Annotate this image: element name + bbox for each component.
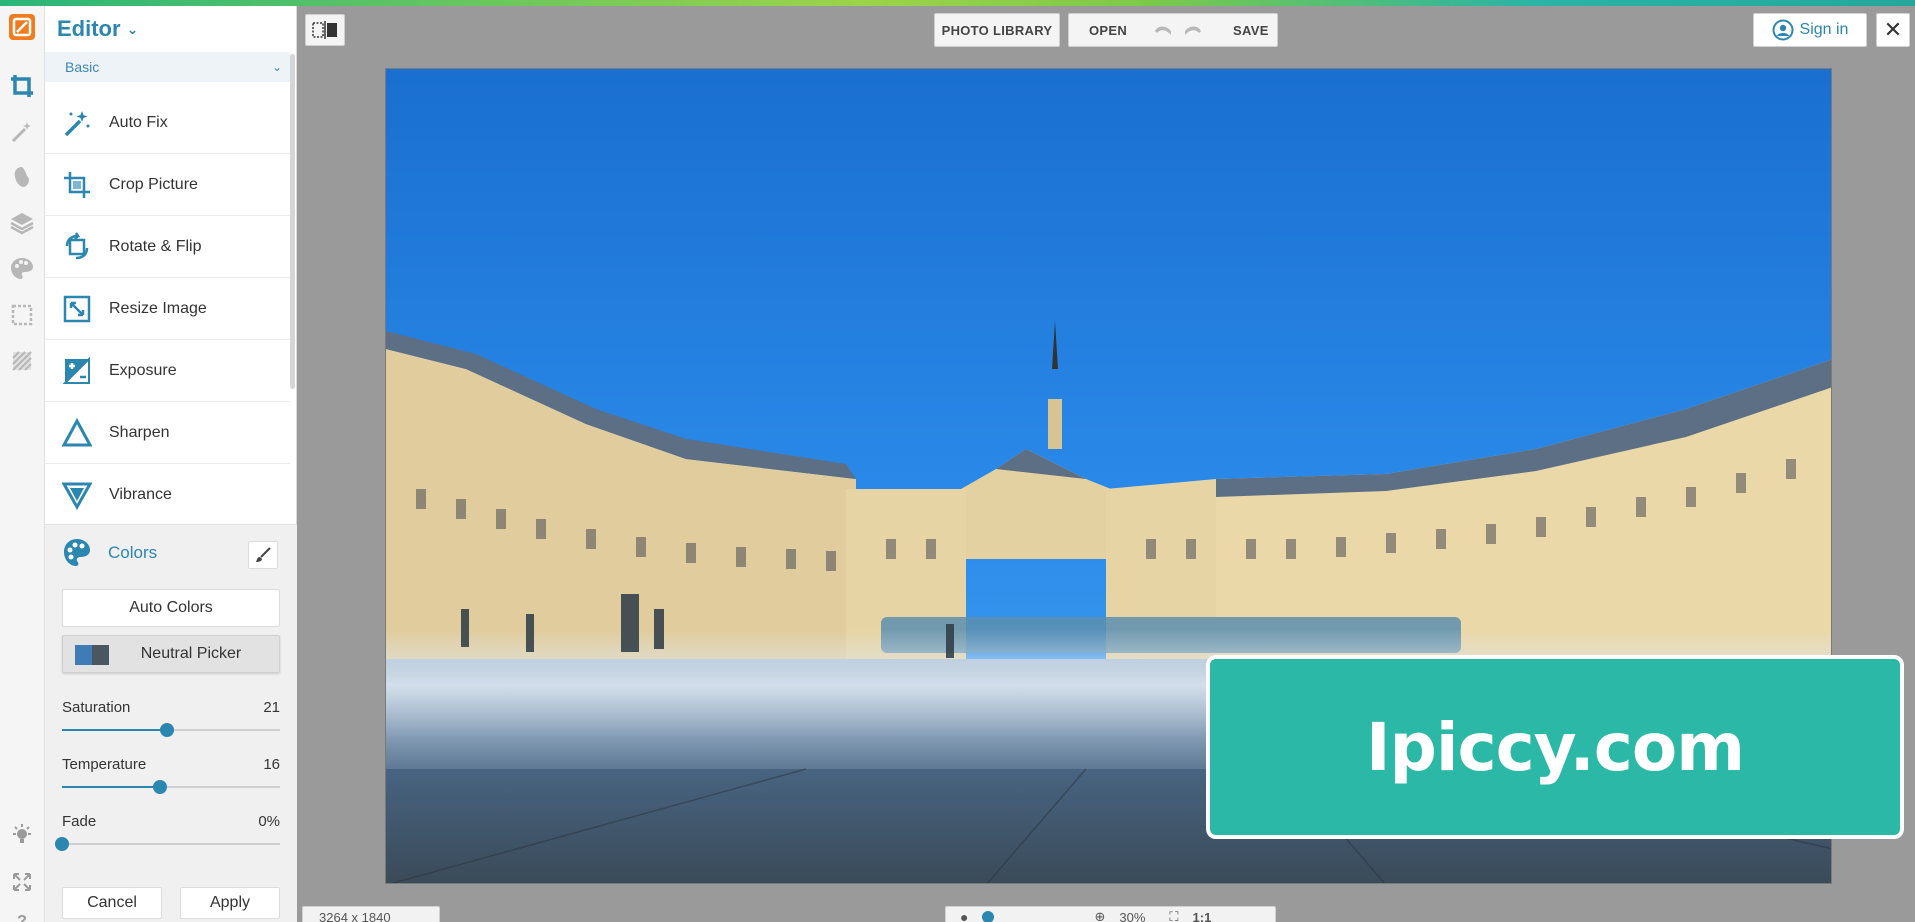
- vibrance-icon: [61, 479, 93, 511]
- photo-library-button[interactable]: PHOTO LIBRARY: [934, 13, 1060, 47]
- slider-knob[interactable]: [160, 723, 174, 737]
- slider-value: 0%: [258, 813, 280, 830]
- sign-in-button[interactable]: Sign in: [1753, 13, 1867, 47]
- fade-slider[interactable]: Fade 0%: [55, 813, 280, 861]
- face-retouch-icon[interactable]: [8, 163, 36, 191]
- magic-wand-icon: [61, 107, 93, 139]
- redo-icon[interactable]: [1183, 23, 1203, 37]
- file-actions-group: OPEN SAVE: [1068, 13, 1278, 47]
- fullscreen-icon[interactable]: [8, 868, 36, 896]
- saturation-slider[interactable]: Saturation 21: [62, 699, 280, 747]
- undo-icon[interactable]: [1153, 23, 1173, 37]
- resize-icon: [61, 293, 93, 325]
- colors-title: Colors: [108, 543, 158, 562]
- chevron-down-icon: ⌄: [271, 60, 282, 74]
- actual-size-button[interactable]: 1:1: [1193, 910, 1212, 922]
- exposure-icon: [61, 355, 93, 387]
- tool-exposure[interactable]: Exposure: [45, 340, 290, 402]
- open-button[interactable]: OPEN: [1089, 23, 1127, 38]
- palette-icon[interactable]: [8, 255, 36, 283]
- palette-icon: [61, 537, 93, 569]
- tool-label: Auto Fix: [109, 113, 168, 131]
- apply-button[interactable]: Apply: [180, 887, 280, 919]
- sign-in-label: Sign in: [1799, 21, 1849, 38]
- zoom-controls: ● ⊕ 30% ⛶ 1:1: [945, 906, 1276, 922]
- tool-sharpen[interactable]: Sharpen: [45, 402, 290, 464]
- tools-panel: Editor ⌄ Basic ⌄ Auto Fix Crop Picture R…: [45, 6, 297, 922]
- help-icon[interactable]: ?: [8, 908, 36, 922]
- section-selector[interactable]: Basic ⌄: [45, 52, 290, 82]
- editor-menu[interactable]: Editor ⌄: [45, 6, 296, 52]
- tool-crop-picture[interactable]: Crop Picture: [45, 154, 290, 216]
- slider-knob[interactable]: [153, 780, 167, 794]
- panel-scrollbar[interactable]: [290, 54, 295, 389]
- zoom-out-icon[interactable]: ●: [960, 909, 968, 922]
- slider-track[interactable]: [62, 843, 280, 845]
- neutral-picker-button[interactable]: Neutral Picker: [62, 635, 280, 673]
- fit-screen-icon[interactable]: ⛶: [1169, 909, 1178, 922]
- compare-icon: [312, 21, 337, 39]
- frame-icon[interactable]: [8, 301, 36, 329]
- section-label: Basic: [65, 59, 100, 75]
- light-bulb-icon[interactable]: [8, 821, 36, 849]
- slider-knob[interactable]: [55, 837, 69, 851]
- close-button[interactable]: ✕: [1876, 13, 1910, 47]
- slider-label: Fade: [62, 813, 97, 830]
- tool-label: Crop Picture: [109, 175, 198, 193]
- tool-label: Sharpen: [109, 423, 170, 441]
- chevron-down-icon: ⌄: [126, 20, 139, 37]
- tool-label: Rotate & Flip: [109, 237, 202, 255]
- compare-button[interactable]: [305, 14, 345, 46]
- tool-auto-fix[interactable]: Auto Fix: [45, 92, 290, 154]
- neutral-picker-label: Neutral Picker: [140, 645, 242, 662]
- editor-title: Editor: [57, 16, 121, 41]
- slider-fill: [62, 729, 167, 731]
- tool-resize-image[interactable]: Resize Image: [45, 278, 290, 340]
- tool-label: Resize Image: [109, 299, 207, 317]
- slider-label: Temperature: [62, 756, 147, 773]
- neutral-swatch-icon: [75, 645, 109, 665]
- slider-value: 16: [263, 756, 280, 773]
- undo-redo-group: [1153, 23, 1203, 37]
- site-watermark: Ipiccy.com: [1206, 655, 1904, 839]
- temperature-slider[interactable]: Temperature 16: [62, 756, 280, 804]
- app-logo-icon[interactable]: [8, 13, 36, 41]
- close-icon: ✕: [1883, 17, 1903, 42]
- slider-label: Saturation: [62, 699, 131, 716]
- tool-category-rail: ?: [0, 6, 45, 922]
- brush-button[interactable]: [248, 541, 278, 569]
- layers-icon[interactable]: [8, 209, 36, 237]
- user-icon: [1772, 19, 1794, 41]
- auto-colors-button[interactable]: Auto Colors: [62, 589, 280, 627]
- sharpen-icon: [61, 417, 93, 449]
- zoom-level: 30%: [1119, 909, 1146, 922]
- tool-rotate-flip[interactable]: Rotate & Flip: [45, 216, 290, 278]
- dimensions-text: 3264 x 1840: [319, 909, 391, 922]
- magic-wand-category-icon[interactable]: [8, 118, 36, 146]
- zoom-in-icon[interactable]: ⊕: [1094, 909, 1105, 922]
- slider-fill: [62, 786, 160, 788]
- colors-header: Colors: [45, 525, 297, 581]
- slider-value: 21: [263, 699, 280, 716]
- rotate-icon: [61, 231, 93, 263]
- crop-icon: [61, 169, 93, 201]
- top-gradient-strip: [0, 0, 1915, 6]
- tool-vibrance[interactable]: Vibrance: [45, 464, 290, 526]
- zoom-slider-knob[interactable]: [982, 911, 995, 922]
- tool-label: Vibrance: [109, 485, 172, 503]
- brush-icon: [256, 547, 271, 562]
- crop-category-icon[interactable]: [8, 72, 36, 100]
- cancel-button[interactable]: Cancel: [62, 887, 162, 919]
- tool-label: Exposure: [109, 361, 177, 379]
- image-dimensions: 3264 x 1840: [302, 906, 440, 922]
- texture-icon[interactable]: [8, 347, 36, 375]
- save-button[interactable]: SAVE: [1233, 23, 1269, 38]
- colors-tool-panel: Colors Auto Colors Neutral Picker Satura…: [45, 524, 297, 922]
